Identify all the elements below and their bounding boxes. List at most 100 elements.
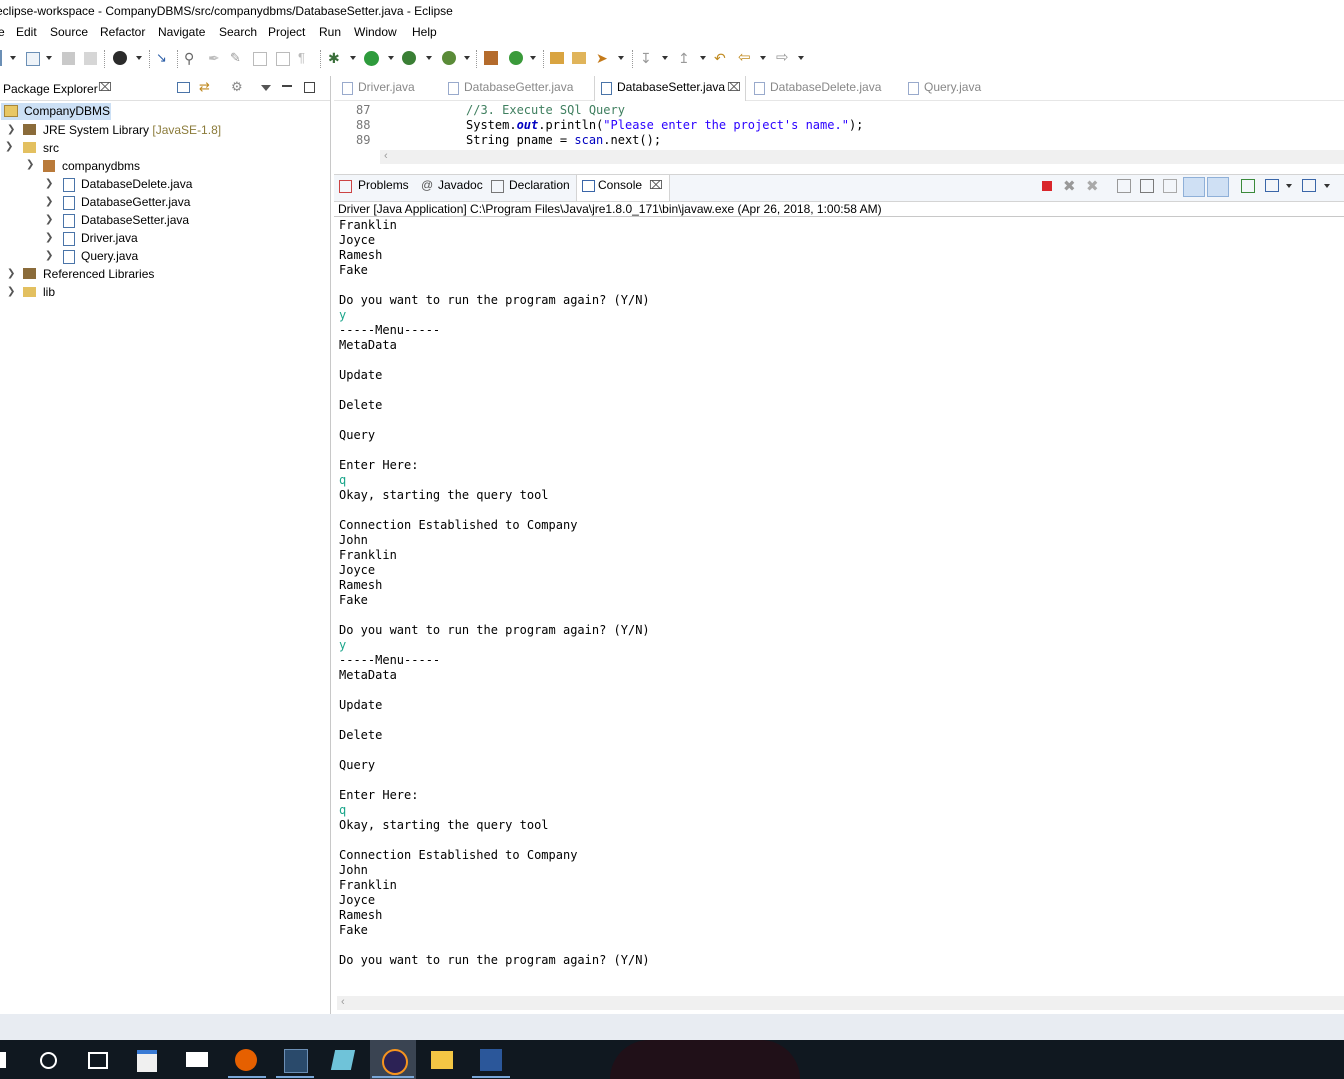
- mark-occurrences-icon[interactable]: ✎: [230, 50, 246, 66]
- tab-problems[interactable]: Problems: [358, 178, 409, 192]
- coverage-icon[interactable]: [402, 51, 416, 65]
- terminate-icon[interactable]: [1042, 181, 1052, 191]
- tree-item-file[interactable]: DatabaseGetter.java: [81, 194, 190, 210]
- display-console-dropdown-icon[interactable]: [1286, 184, 1292, 188]
- search-dropdown-arrow[interactable]: [618, 56, 624, 60]
- code-line[interactable]: //3. Execute SQl Query: [466, 103, 625, 118]
- open-console-icon[interactable]: [1302, 179, 1316, 192]
- console-output[interactable]: Franklin Joyce Ramesh Fake Do you want t…: [339, 218, 650, 968]
- new-project-dropdown-arrow[interactable]: [46, 56, 52, 60]
- notepad-icon[interactable]: [330, 1050, 356, 1070]
- maximize-icon[interactable]: [304, 82, 315, 93]
- toggle-mark-icon[interactable]: ✒: [208, 50, 224, 66]
- view-menu-icon[interactable]: [261, 85, 271, 91]
- previous-annotation-dropdown-arrow[interactable]: [700, 56, 706, 60]
- new-java-class-dropdown-arrow[interactable]: [530, 56, 536, 60]
- display-console-icon[interactable]: [1265, 179, 1279, 192]
- debug-dropdown-arrow[interactable]: [350, 56, 356, 60]
- open-console-dropdown-icon[interactable]: [1324, 184, 1330, 188]
- menu-help[interactable]: Help: [412, 25, 437, 39]
- console-horizontal-scrollbar[interactable]: [337, 996, 1344, 1010]
- windows-start-icon[interactable]: [0, 1052, 6, 1068]
- tree-item-src[interactable]: src: [43, 140, 59, 156]
- code-line[interactable]: System.out.println("Please enter the pro…: [466, 118, 863, 133]
- editor-horizontal-scrollbar[interactable]: [380, 150, 1344, 164]
- tree-item-package[interactable]: companydbms: [62, 158, 140, 174]
- new-project-icon[interactable]: [26, 52, 40, 66]
- tab-console[interactable]: Console: [598, 178, 642, 192]
- clear-console-icon[interactable]: [1117, 179, 1131, 193]
- package-explorer-tab[interactable]: Package Explorer: [3, 82, 98, 96]
- tree-item-file[interactable]: Query.java: [81, 248, 138, 264]
- word-icon[interactable]: [480, 1049, 502, 1071]
- open-type-icon[interactable]: [550, 52, 564, 64]
- search-icon[interactable]: ➤: [596, 50, 612, 66]
- debug-perspective-dropdown-arrow[interactable]: [136, 56, 142, 60]
- close-icon[interactable]: ⌧: [727, 80, 741, 94]
- new-icon[interactable]: [0, 50, 2, 66]
- show-when-stdout-icon[interactable]: [1183, 177, 1205, 197]
- external-tools-icon[interactable]: [442, 51, 456, 65]
- chevron-right-icon[interactable]: ❯: [45, 232, 53, 243]
- minimize-icon[interactable]: [282, 85, 292, 87]
- chevron-right-icon[interactable]: ❯: [45, 196, 53, 207]
- menu-edit[interactable]: Edit: [16, 25, 37, 39]
- back-dropdown-arrow[interactable]: [760, 56, 766, 60]
- close-icon[interactable]: ⌧: [649, 178, 663, 192]
- tree-item-project[interactable]: CompanyDBMS: [24, 103, 110, 119]
- save-all-icon[interactable]: [84, 52, 97, 65]
- menu-file[interactable]: e: [0, 25, 5, 39]
- coverage-dropdown-arrow[interactable]: [426, 56, 432, 60]
- run-icon[interactable]: [364, 51, 379, 66]
- scroll-lock-icon[interactable]: [1140, 179, 1154, 193]
- show-whitespace-icon[interactable]: ¶: [298, 50, 314, 66]
- previous-annotation-icon[interactable]: ↥: [678, 50, 694, 66]
- last-edit-location-icon[interactable]: ↶: [714, 50, 730, 66]
- firefox-icon[interactable]: [235, 1049, 257, 1071]
- chevron-down-icon[interactable]: ❯: [5, 141, 13, 152]
- pin-console-icon[interactable]: [1241, 179, 1255, 193]
- back-icon[interactable]: ⇦: [738, 50, 754, 66]
- tree-item-lib[interactable]: lib: [43, 284, 55, 300]
- chevron-right-icon[interactable]: ❯: [7, 268, 15, 279]
- tree-item-file[interactable]: DatabaseDelete.java: [81, 176, 192, 192]
- editor-tab-driver[interactable]: Driver.java: [358, 80, 415, 94]
- open-task-icon[interactable]: [572, 52, 586, 64]
- chevron-right-icon[interactable]: ❯: [45, 214, 53, 225]
- show-when-stderr-icon[interactable]: [1207, 177, 1229, 197]
- editor-tab-query[interactable]: Query.java: [924, 80, 981, 94]
- mysql-workbench-icon[interactable]: [284, 1049, 308, 1073]
- editor-tab-databasedelete[interactable]: DatabaseDelete.java: [770, 80, 881, 94]
- menu-refactor[interactable]: Refactor: [100, 25, 145, 39]
- next-annotation-dropdown-arrow[interactable]: [662, 56, 668, 60]
- chevron-right-icon[interactable]: ❯: [45, 178, 53, 189]
- new-dropdown-arrow[interactable]: [10, 56, 16, 60]
- scroll-left-icon[interactable]: ‹: [341, 996, 345, 1008]
- skip-breakpoints-icon[interactable]: ↘: [156, 51, 170, 65]
- menu-project[interactable]: Project: [268, 25, 305, 39]
- focus-icon[interactable]: ⚙: [231, 79, 243, 95]
- task-view-icon[interactable]: [88, 1052, 108, 1069]
- editor-tab-databasegetter[interactable]: DatabaseGetter.java: [464, 80, 573, 94]
- chevron-right-icon[interactable]: ❯: [7, 124, 15, 135]
- eclipse-icon[interactable]: [382, 1049, 408, 1075]
- menu-window[interactable]: Window: [354, 25, 397, 39]
- search-tool-icon[interactable]: ⚲: [184, 50, 200, 66]
- next-annotation-icon[interactable]: ↧: [640, 50, 656, 66]
- word-wrap-icon[interactable]: [276, 52, 290, 66]
- search-icon[interactable]: [40, 1052, 57, 1069]
- tree-item-jre[interactable]: JRE System Library [JavaSE-1.8]: [43, 122, 221, 138]
- remove-launch-icon[interactable]: ✖: [1063, 177, 1076, 195]
- tree-item-referenced-libraries[interactable]: Referenced Libraries: [43, 266, 154, 282]
- new-java-package-icon[interactable]: [484, 51, 498, 65]
- code-line[interactable]: String pname = scan.next();: [466, 133, 661, 148]
- mail-icon[interactable]: [186, 1052, 208, 1067]
- tree-item-file[interactable]: Driver.java: [81, 230, 138, 246]
- forward-dropdown-arrow[interactable]: [798, 56, 804, 60]
- chevron-right-icon[interactable]: ❯: [45, 250, 53, 261]
- menu-source[interactable]: Source: [50, 25, 88, 39]
- chevron-right-icon[interactable]: ❯: [7, 286, 15, 297]
- close-icon[interactable]: ⌧: [98, 80, 112, 94]
- collapse-all-icon[interactable]: [177, 82, 190, 93]
- new-java-class-icon[interactable]: [509, 51, 523, 65]
